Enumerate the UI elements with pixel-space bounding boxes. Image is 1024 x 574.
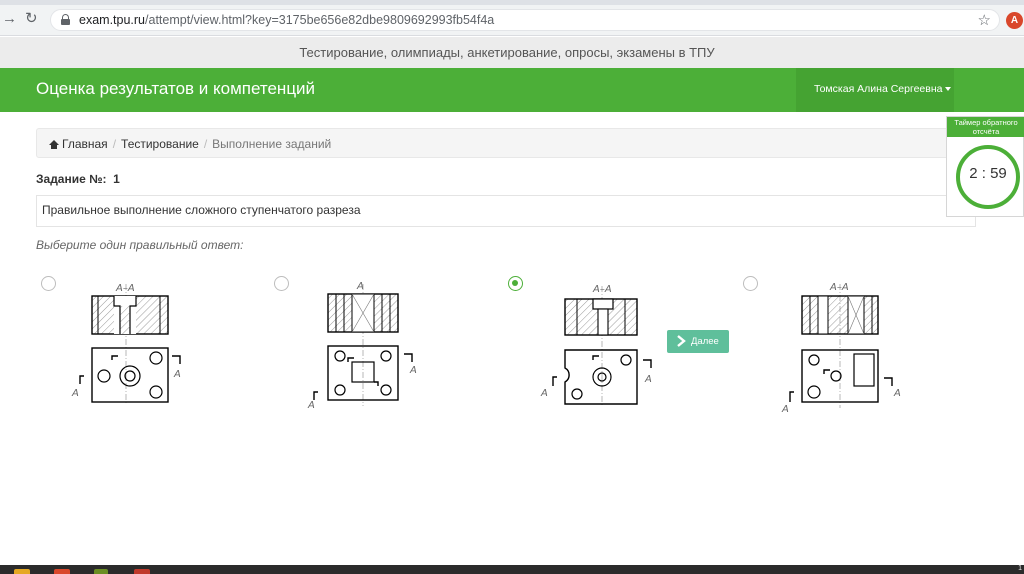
taskbar-folder-icon[interactable]	[14, 569, 30, 574]
app-header: Оценка результатов и компетенций Томская…	[0, 68, 1024, 112]
option-4-radio[interactable]	[743, 276, 758, 291]
task-number: 1	[113, 172, 120, 186]
tab-strip	[0, 0, 1024, 5]
taskbar-clock: 1	[1018, 565, 1022, 572]
breadcrumb-testing[interactable]: Тестирование	[121, 137, 199, 151]
option-1-radio[interactable]	[41, 276, 56, 291]
taskbar-app-icon[interactable]	[94, 569, 108, 574]
option-4-drawing[interactable]: А–А А А	[772, 278, 904, 414]
option-3-drawing[interactable]: А–А А А	[537, 280, 653, 410]
breadcrumb: Главная / Тестирование / Выполнение заданий	[36, 128, 976, 158]
cut-label-left: А	[781, 404, 789, 414]
cut-label-right: А	[173, 369, 181, 380]
home-icon	[49, 140, 59, 149]
timer-ring: 2 : 59	[956, 145, 1020, 209]
timer-title: Таймер обратного отсчёта	[947, 117, 1024, 137]
address-bar[interactable]: exam.tpu.ru/attempt/view.html?key=3175be…	[50, 9, 1000, 31]
option-1-drawing[interactable]: А–А А А	[70, 280, 182, 408]
option-2-radio[interactable]	[274, 276, 289, 291]
profile-avatar[interactable]: А	[1006, 12, 1023, 29]
answer-hint: Выберите один правильный ответ:	[36, 238, 244, 252]
cut-label-right: А	[409, 365, 417, 376]
user-name-dropdown[interactable]: Томская Алина Сергеевна	[814, 83, 952, 95]
lock-icon	[61, 14, 70, 25]
cut-label-left: А	[540, 388, 548, 399]
breadcrumb-separator: /	[203, 137, 208, 151]
breadcrumb-separator: /	[112, 137, 117, 151]
address-url[interactable]: exam.tpu.ru/attempt/view.html?key=3175be…	[79, 13, 494, 27]
task-number-label: Задание №: 1	[36, 172, 120, 186]
option-3-radio[interactable]	[508, 276, 523, 291]
option-2-drawing[interactable]: А А А	[304, 280, 420, 410]
taskbar-app-icon[interactable]	[134, 569, 150, 574]
next-button[interactable]: Далее	[667, 330, 729, 353]
cut-label-right: А	[893, 388, 901, 399]
question-box: Правильное выполнение сложного ступенчат…	[36, 195, 976, 227]
section-label: А–А	[829, 282, 849, 293]
section-label: А–А	[115, 283, 135, 294]
cut-label-left: А	[307, 400, 315, 410]
breadcrumb-home[interactable]: Главная	[62, 137, 108, 151]
next-button-label: Далее	[691, 336, 719, 347]
breadcrumb-current: Выполнение заданий	[212, 137, 332, 151]
browser-toolbar: → ↻ exam.tpu.ru/attempt/view.html?key=31…	[0, 0, 1024, 36]
question-text: Правильное выполнение сложного ступенчат…	[42, 203, 361, 217]
reload-icon[interactable]: ↻	[25, 11, 38, 27]
app-title[interactable]: Оценка результатов и компетенций	[36, 79, 315, 99]
cut-label-left: А	[71, 388, 79, 399]
forward-arrow-icon[interactable]: →	[2, 11, 17, 27]
countdown-timer: Таймер обратного отсчёта 2 : 59	[946, 116, 1024, 217]
user-menu[interactable]: Томская Алина Сергеевна	[796, 68, 954, 112]
portal-title: Тестирование, олимпиады, анкетирование, …	[299, 45, 715, 60]
bookmark-star-icon[interactable]: ☆	[978, 11, 991, 29]
cut-label-right: А	[644, 374, 652, 385]
os-taskbar: 1	[0, 565, 1024, 574]
timer-value: 2 : 59	[969, 165, 1007, 182]
portal-banner: Тестирование, олимпиады, анкетирование, …	[0, 37, 1024, 68]
caret-down-icon	[945, 87, 952, 92]
taskbar-browser-icon[interactable]	[54, 569, 70, 574]
chevron-right-icon	[677, 335, 686, 347]
